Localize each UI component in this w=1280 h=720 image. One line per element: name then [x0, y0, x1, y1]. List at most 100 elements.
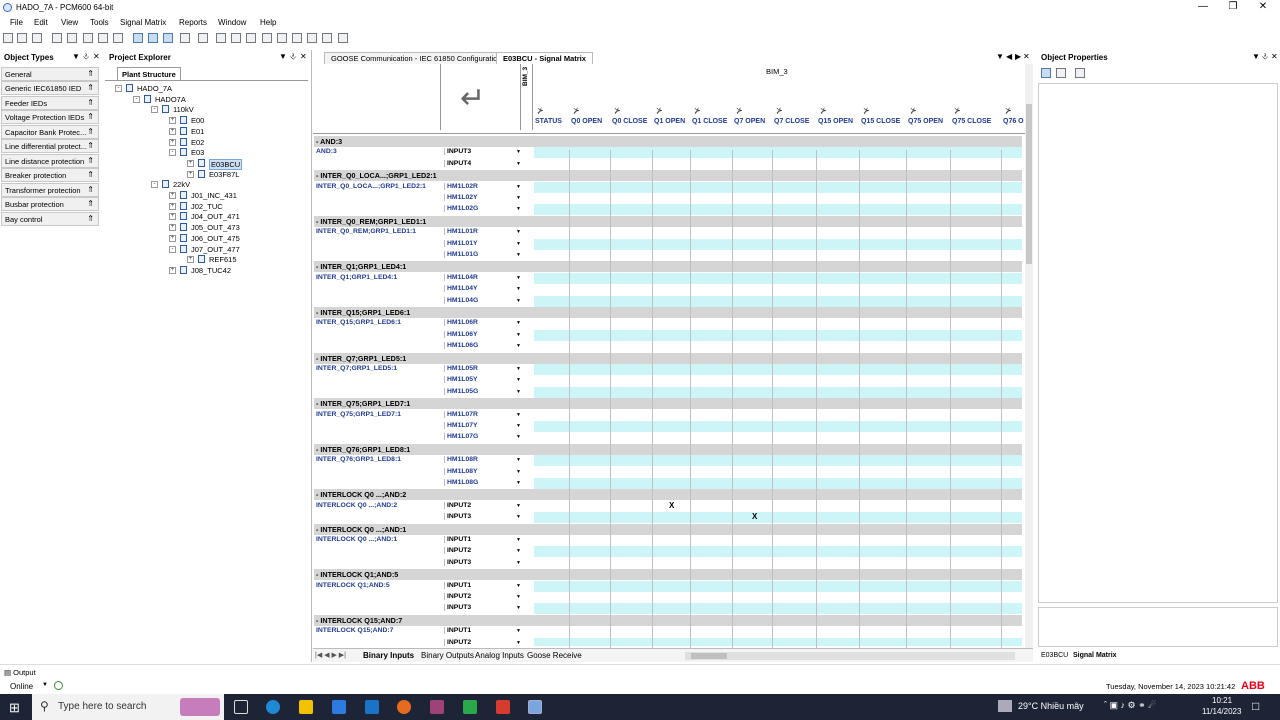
- matrix-cells[interactable]: [534, 158, 1022, 170]
- tree-node[interactable]: J07_OUT_477: [191, 245, 240, 254]
- column-header[interactable]: Q15 CLOSE: [861, 118, 900, 125]
- matrix-cells[interactable]: [534, 421, 1022, 432]
- signal-row[interactable]: INTERLOCK Q0 ...;AND:1 INPUT1 ▼: [314, 535, 1022, 546]
- tree-expand-icon[interactable]: -: [115, 85, 122, 92]
- tab-signal-matrix-props[interactable]: Signal Matrix: [1073, 652, 1117, 659]
- column-header[interactable]: Q76 O: [1003, 118, 1024, 125]
- matrix-cells[interactable]: [534, 580, 1022, 592]
- tree-node[interactable]: HADO_7A: [137, 84, 172, 93]
- signal-row[interactable]: INTER_Q75;GRP1_LED7:1 HM1L07R ▼: [314, 409, 1022, 421]
- object-type-line-distance[interactable]: Line distance protection ⇑: [1, 154, 99, 168]
- paste-icon[interactable]: [113, 33, 123, 43]
- column-header[interactable]: Q75 OPEN: [908, 118, 943, 125]
- close-icon[interactable]: ✕: [300, 52, 307, 61]
- matrix-cells[interactable]: X: [534, 512, 1022, 524]
- tray-icons[interactable]: ˆ ▣ ♪ ⚙ ⚭ ☄: [1104, 700, 1156, 711]
- matrix-cells[interactable]: [534, 329, 1022, 341]
- restore-button[interactable]: ❐: [1218, 0, 1248, 16]
- new-icon[interactable]: [3, 33, 13, 43]
- row-dropdown-icon[interactable]: ▼: [514, 559, 523, 568]
- object-type-capacitor[interactable]: Capacitor Bank Protec... ⇑: [1, 125, 99, 139]
- sheet-tab-analog-inputs[interactable]: Analog Inputs: [475, 651, 524, 660]
- matrix-cells[interactable]: X: [534, 500, 1022, 512]
- tree-node[interactable]: E03BCU: [209, 158, 243, 170]
- output-tab[interactable]: ▤ Output: [4, 668, 36, 677]
- matrix-cells[interactable]: [534, 386, 1022, 398]
- dropdown-icon[interactable]: ▼: [72, 52, 80, 61]
- sheet-tab-binary-outputs[interactable]: Binary Outputs: [421, 651, 474, 660]
- object-type-breaker[interactable]: Breaker protection ⇑: [1, 168, 99, 182]
- matrix-cells[interactable]: [534, 592, 1022, 603]
- tree-expand-icon[interactable]: +: [187, 159, 194, 167]
- row-dropdown-icon[interactable]: ▼: [514, 422, 523, 431]
- tree-node[interactable]: 110kV: [173, 105, 194, 114]
- connection-mark[interactable]: X: [752, 512, 757, 521]
- menu-file[interactable]: File: [10, 18, 23, 27]
- column-header[interactable]: Q0 CLOSE: [612, 118, 647, 125]
- close-icon[interactable]: ✕: [1271, 52, 1278, 61]
- signal-row[interactable]: HM1L02Y ▼: [314, 193, 1022, 204]
- object-type-line-diff[interactable]: Line differential protect... ⇑: [1, 139, 99, 153]
- signal-row[interactable]: HM1L01G ▼: [314, 250, 1022, 261]
- column-header[interactable]: Q7 OPEN: [734, 118, 765, 125]
- tree-expand-icon[interactable]: +: [169, 234, 176, 242]
- row-dropdown-icon[interactable]: ▼: [514, 376, 523, 385]
- tree-expand-icon[interactable]: +: [169, 127, 176, 135]
- dropdown-icon[interactable]: ▼: [1252, 52, 1260, 61]
- object-type-bay-control[interactable]: Bay control ⇑: [1, 212, 99, 226]
- tree-node[interactable]: J08_TUC42: [191, 266, 231, 275]
- edge-icon[interactable]: [266, 700, 280, 714]
- matrix-cells[interactable]: [534, 637, 1022, 646]
- group-header-row[interactable]: - INTER_Q76;GRP1_LED8:1: [314, 443, 1022, 455]
- pin-icon[interactable]: ⎀: [83, 52, 89, 62]
- signal-row[interactable]: HM1L04G ▼: [314, 295, 1022, 307]
- matrix-cells[interactable]: [534, 284, 1022, 296]
- signal-row[interactable]: AND:3 INPUT3 ▼: [314, 147, 1022, 159]
- signal-row[interactable]: INTER_Q1;GRP1_LED4:1 HM1L04R ▼: [314, 272, 1022, 284]
- store-icon[interactable]: [332, 700, 346, 714]
- property-pages-icon[interactable]: [1075, 68, 1085, 78]
- signal-row[interactable]: INPUT3 ▼ X: [314, 512, 1022, 524]
- group-header-row[interactable]: - INTER_Q15;GRP1_LED6:1: [314, 307, 1022, 318]
- column-header[interactable]: Q75 CLOSE: [952, 118, 991, 125]
- pin-icon[interactable]: ⎀: [290, 52, 296, 62]
- tree-expand-icon[interactable]: +: [169, 192, 176, 199]
- menu-window[interactable]: Window: [218, 18, 246, 27]
- row-dropdown-icon[interactable]: ▼: [514, 240, 523, 249]
- signal-row[interactable]: INPUT2 ▼: [314, 637, 1022, 646]
- windows-start-icon[interactable]: ⊞: [9, 700, 20, 716]
- row-dropdown-icon[interactable]: ▼: [514, 536, 523, 545]
- signal-icon[interactable]: [338, 33, 348, 43]
- app-icon-2[interactable]: [463, 700, 477, 714]
- column-header[interactable]: Q1 OPEN: [654, 118, 685, 125]
- row-dropdown-icon[interactable]: ▼: [514, 547, 523, 556]
- sheet-tab-binary-inputs[interactable]: Binary Inputs: [363, 651, 414, 660]
- copy-icon[interactable]: [98, 33, 108, 43]
- tree-expand-icon[interactable]: -: [169, 149, 176, 157]
- row-dropdown-icon[interactable]: ▼: [514, 365, 523, 374]
- close-button[interactable]: ✕: [1248, 0, 1278, 16]
- save-icon[interactable]: [32, 33, 42, 43]
- horizontal-scrollbar[interactable]: [685, 652, 1015, 660]
- matrix-cells[interactable]: [534, 535, 1022, 546]
- minimize-button[interactable]: —: [1188, 0, 1218, 16]
- column-header[interactable]: Q0 OPEN: [571, 118, 602, 125]
- object-type-general[interactable]: General ⇑: [1, 67, 99, 81]
- signal-row[interactable]: HM1L08G ▼: [314, 478, 1022, 489]
- row-dropdown-icon[interactable]: ▼: [514, 627, 523, 636]
- print-icon[interactable]: [52, 33, 62, 43]
- cut-icon[interactable]: [83, 33, 93, 43]
- notification-icon[interactable]: □: [1252, 699, 1259, 713]
- row-dropdown-icon[interactable]: ▼: [514, 183, 523, 192]
- tree-expand-icon[interactable]: +: [169, 224, 176, 232]
- signal-row[interactable]: INTER_Q0_REM;GRP1_LED1:1 HM1L01R ▼: [314, 227, 1022, 239]
- row-dropdown-icon[interactable]: ▼: [514, 297, 523, 306]
- group-header-row[interactable]: - INTER_Q75;GRP1_LED7:1: [314, 398, 1022, 410]
- tree-expand-icon[interactable]: +: [169, 138, 176, 146]
- signal-row[interactable]: INPUT3 ▼: [314, 557, 1022, 569]
- dropdown-icon[interactable]: ▼: [996, 52, 1004, 61]
- tree-expand-icon[interactable]: +: [187, 170, 194, 178]
- column-header[interactable]: Q1 CLOSE: [692, 118, 727, 125]
- row-dropdown-icon[interactable]: ▼: [514, 468, 523, 477]
- filter-icon[interactable]: [262, 33, 272, 43]
